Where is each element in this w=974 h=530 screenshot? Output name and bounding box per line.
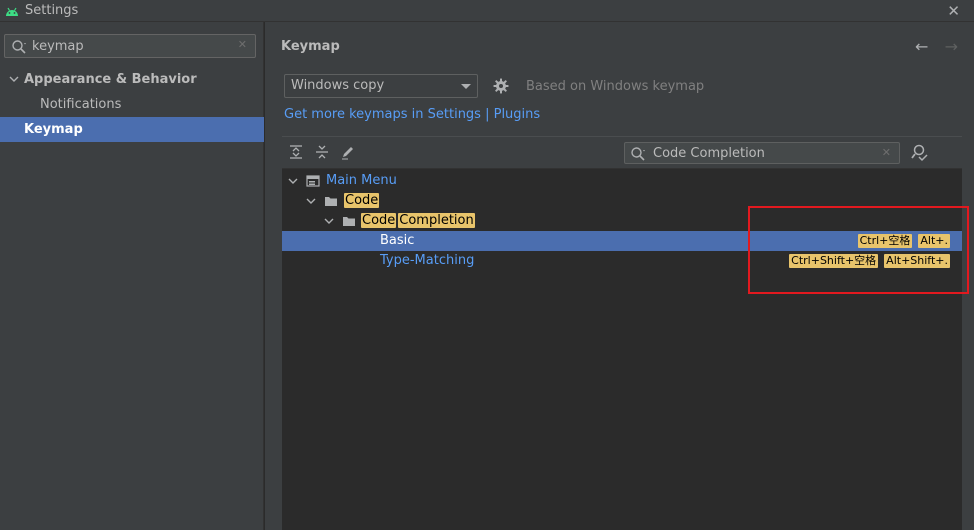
tree-node-label: Code Completion (361, 213, 475, 228)
title-bar: Settings ✕ (0, 0, 974, 22)
tree-node-label: Type-Matching (380, 253, 475, 268)
annotation-highlight-box (748, 206, 969, 294)
sidebar-item-keymap[interactable]: Keymap (0, 117, 264, 142)
find-by-shortcut-icon[interactable] (911, 144, 929, 162)
keymap-dropdown[interactable]: Windows copy (284, 74, 478, 98)
keymap-dropdown-value: Windows copy (291, 78, 385, 93)
android-icon (6, 7, 18, 16)
tree-node-main-menu[interactable]: Main Menu (282, 171, 962, 191)
menu-icon (306, 175, 320, 187)
tree-node-label: Main Menu (326, 173, 397, 188)
chevron-down-icon[interactable] (323, 215, 335, 227)
settings-sidebar: ✕ Appearance & Behavior Notifications Ke… (0, 22, 264, 530)
tree-node-label: Basic (380, 233, 415, 248)
sidebar-item-label: Notifications (40, 97, 122, 112)
search-input[interactable] (32, 38, 232, 54)
expand-all-icon[interactable] (288, 144, 304, 160)
edit-icon[interactable] (340, 144, 356, 160)
sidebar-item-appearance-behavior[interactable]: Appearance & Behavior (0, 67, 264, 92)
action-filter[interactable]: ✕ (624, 142, 900, 164)
chevron-down-icon[interactable] (305, 195, 317, 207)
history-nav: ← → (903, 37, 958, 56)
clear-icon[interactable]: ✕ (238, 38, 247, 51)
sidebar-item-label: Keymap (24, 122, 83, 137)
search-icon (12, 40, 26, 54)
search-icon (631, 147, 645, 161)
chevron-down-icon[interactable] (287, 175, 299, 187)
based-on-label: Based on Windows keymap (526, 79, 705, 94)
dropdown-caret-icon (461, 84, 471, 89)
sidebar-item-notifications[interactable]: Notifications (0, 92, 264, 117)
filter-input[interactable] (653, 145, 873, 161)
chevron-down-icon[interactable] (8, 73, 20, 85)
clear-icon[interactable]: ✕ (882, 146, 891, 159)
more-keymaps-link[interactable]: Get more keymaps in Settings | Plugins (284, 107, 540, 122)
folder-icon (325, 197, 337, 206)
match-highlight: Completion (398, 213, 475, 228)
back-arrow-icon[interactable]: ← (915, 37, 928, 56)
window-title: Settings (25, 3, 79, 18)
match-highlight: Code (361, 213, 397, 228)
forward-arrow-icon[interactable]: → (945, 37, 958, 56)
page-title: Keymap (281, 39, 340, 54)
gear-icon[interactable] (493, 78, 509, 94)
collapse-all-icon[interactable] (314, 144, 330, 160)
close-icon[interactable]: ✕ (947, 2, 960, 20)
match-highlight: Code (344, 193, 380, 208)
sidebar-item-label: Appearance & Behavior (24, 72, 197, 87)
settings-search[interactable]: ✕ (4, 34, 256, 58)
tree-node-label: Code (344, 193, 380, 208)
folder-icon (343, 217, 355, 226)
divider (282, 136, 962, 137)
